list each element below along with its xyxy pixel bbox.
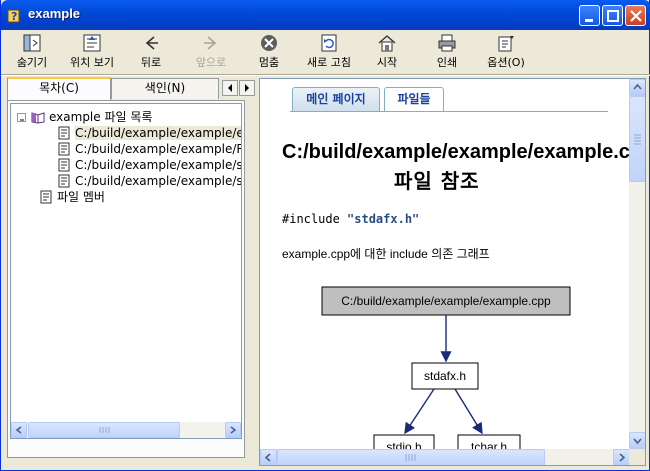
- help-book-icon: ?: [7, 9, 20, 23]
- maximize-button[interactable]: [602, 5, 623, 26]
- forward-arrow-icon: [204, 36, 217, 50]
- hide-pane-icon: [23, 34, 41, 52]
- document-icon: [58, 158, 70, 172]
- navigation-tabs: 목차(C) 색인(N): [7, 77, 255, 100]
- graph-node-mid-label: stdafx.h: [424, 369, 466, 383]
- chevron-right-icon: [619, 453, 626, 462]
- chevron-right-icon: [230, 426, 237, 434]
- page-subtitle: 파일 참조: [394, 169, 480, 193]
- locate-button[interactable]: 위치 보기: [63, 31, 121, 75]
- scroll-thumb[interactable]: [28, 422, 180, 438]
- chevron-left-icon: [15, 426, 22, 434]
- contents-panel: example 파일 목록 C:/build/example/example/e…: [7, 100, 245, 458]
- back-arrow-icon: [145, 36, 158, 50]
- contents-tree[interactable]: example 파일 목록 C:/build/example/example/e…: [10, 103, 242, 439]
- scroll-thumb[interactable]: [629, 96, 645, 182]
- stop-icon: [261, 35, 277, 51]
- scroll-left-button[interactable]: [11, 422, 27, 438]
- scroll-thumb[interactable]: [277, 449, 545, 465]
- stop-button[interactable]: 멈춤: [251, 31, 287, 75]
- page-title: C:/build/example/example/example.cpp: [282, 141, 646, 163]
- home-icon: [378, 35, 396, 52]
- dependency-caption: example.cpp에 대한 include 의존 그래프: [282, 247, 490, 261]
- graph-node-root-label: C:/build/example/example/example.cpp: [341, 294, 551, 308]
- minimize-icon: [585, 19, 593, 22]
- include-line: #include "stdafx.h": [282, 212, 420, 226]
- svg-text:?: ?: [11, 10, 17, 23]
- toolbar-separator: [1, 74, 650, 76]
- document-icon: [58, 174, 70, 188]
- include-dependency-graph: C:/build/example/example/example.cpp std…: [321, 286, 571, 449]
- tree-item-file-members[interactable]: 파일 멤버: [39, 189, 105, 205]
- triangle-left-icon: [228, 84, 232, 92]
- chevron-left-icon: [264, 453, 271, 462]
- open-book-icon: [31, 112, 45, 124]
- content-frame: 메인 페이지 파일들 C:/build/example/example/exam…: [259, 78, 646, 466]
- home-button[interactable]: 시작: [369, 31, 405, 75]
- forward-button[interactable]: 앞으로: [189, 31, 233, 75]
- tab-underline: [290, 111, 608, 112]
- close-icon: [630, 10, 642, 22]
- graph-edge: [454, 388, 483, 435]
- tree-item-file[interactable]: C:/build/example/example/stdafx.cpp: [57, 157, 241, 173]
- refresh-button[interactable]: 새로 고침: [299, 31, 359, 75]
- include-link[interactable]: "stdafx.h": [347, 212, 419, 226]
- toolbar: 숨기기 위치 보기 뒤로 앞으로 멈춤 새로 고침 시작 인쇄 옵션(O): [5, 31, 645, 75]
- scroll-left-button[interactable]: [260, 449, 277, 465]
- print-button[interactable]: 인쇄: [429, 31, 465, 75]
- minus-icon: [20, 119, 24, 121]
- tree-item-file[interactable]: C:/build/example/example/example.cpp: [57, 125, 241, 141]
- scroll-right-button[interactable]: [225, 422, 241, 438]
- scroll-down-button[interactable]: [629, 432, 645, 449]
- tree-root-item[interactable]: example 파일 목록: [31, 109, 152, 125]
- tab-main-page[interactable]: 메인 페이지: [292, 87, 380, 111]
- tab-files[interactable]: 파일들: [384, 87, 444, 112]
- locate-icon: [83, 34, 101, 52]
- options-icon: [498, 36, 514, 52]
- graph-edge: [404, 388, 435, 435]
- close-button[interactable]: [625, 5, 646, 26]
- tree-horizontal-scrollbar[interactable]: [11, 422, 241, 438]
- grip-icon: [99, 427, 110, 433]
- window-title: example: [28, 6, 81, 21]
- content-horizontal-scrollbar[interactable]: [260, 449, 630, 465]
- document-icon: [58, 126, 70, 140]
- chevron-up-icon: [633, 83, 642, 90]
- maximize-icon: [607, 10, 619, 22]
- help-window: ? example 숨기기 위치 보기 뒤로 앞으로 멈춤 새로 고침 시작 인…: [0, 0, 650, 471]
- refresh-icon: [321, 34, 337, 52]
- options-button[interactable]: 옵션(O): [479, 31, 533, 75]
- document-icon: [40, 190, 52, 204]
- tab-contents[interactable]: 목차(C): [7, 77, 111, 100]
- graph-node-leaf-label: tchar.h: [471, 440, 507, 449]
- scrollbar-corner: [629, 449, 645, 465]
- document-icon: [58, 142, 70, 156]
- content-vertical-scrollbar[interactable]: [629, 79, 645, 449]
- hide-button[interactable]: 숨기기: [7, 31, 57, 75]
- tab-scroll-left-button[interactable]: [222, 80, 238, 96]
- chevron-down-icon: [633, 438, 642, 445]
- printer-icon: [438, 34, 456, 52]
- tree-collapse-toggle[interactable]: [17, 113, 26, 122]
- pane-splitter[interactable]: [249, 78, 255, 466]
- grip-icon: [634, 134, 641, 145]
- scroll-up-button[interactable]: [629, 79, 645, 96]
- minimize-button[interactable]: [579, 5, 600, 26]
- tree-item-file[interactable]: C:/build/example/example/stdafx.h: [57, 173, 241, 189]
- grip-icon: [405, 454, 416, 461]
- title-bar[interactable]: ? example: [1, 0, 650, 30]
- scroll-right-button[interactable]: [613, 449, 630, 465]
- tab-index[interactable]: 색인(N): [111, 78, 219, 99]
- graph-node-leaf-label: stdio.h: [386, 440, 421, 449]
- back-button[interactable]: 뒤로: [131, 31, 171, 75]
- tree-item-file[interactable]: C:/build/example/example/ReadMe.txt: [57, 141, 241, 157]
